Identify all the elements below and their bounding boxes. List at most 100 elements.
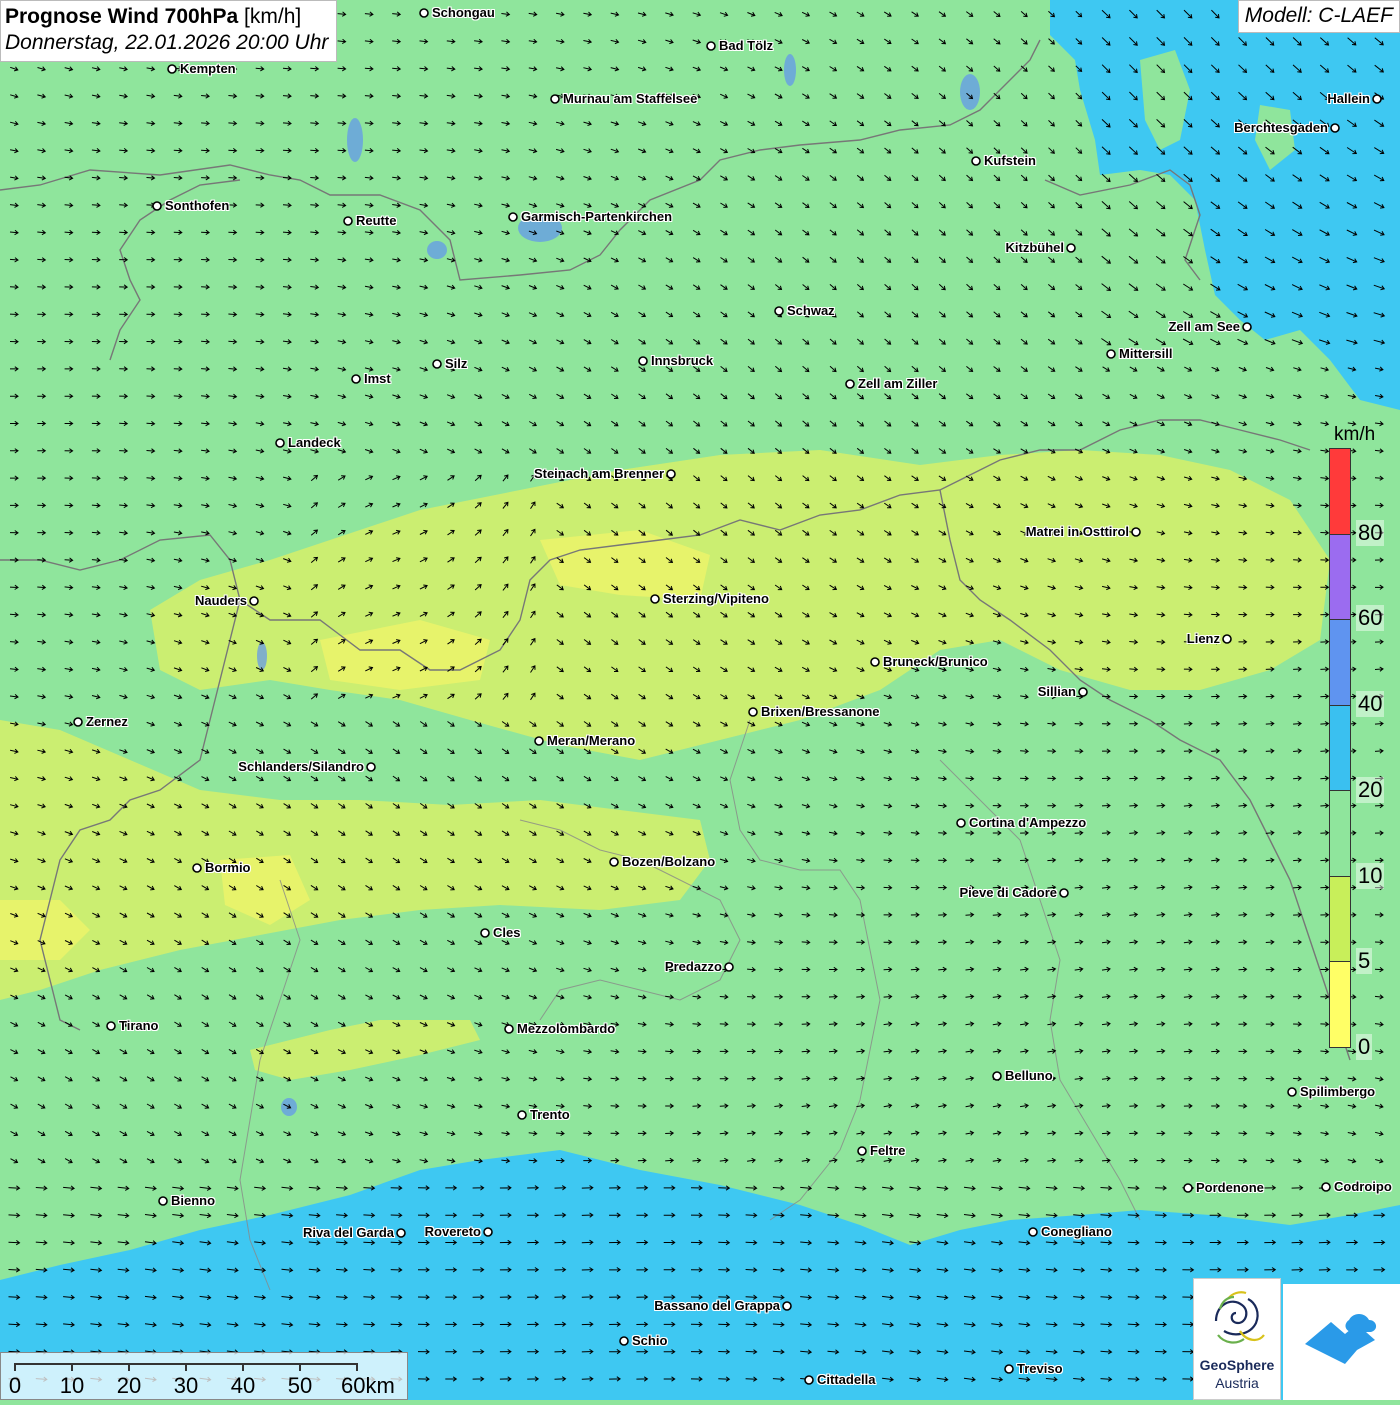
city-label: Treviso xyxy=(1017,1361,1063,1376)
logo-subtitle: Austria xyxy=(1215,1375,1259,1391)
city-marker-icon[interactable] xyxy=(782,1301,792,1311)
city-marker-icon[interactable] xyxy=(1222,634,1232,644)
city-marker-icon[interactable] xyxy=(1330,123,1340,133)
city-label: Pordenone xyxy=(1196,1180,1264,1195)
city-marker-icon[interactable] xyxy=(638,356,648,366)
city-label: Lienz xyxy=(1186,631,1220,646)
city-label: Sonthofen xyxy=(165,198,230,213)
legend-color-bar xyxy=(1329,448,1351,1048)
city-label: Cittadella xyxy=(817,1372,876,1387)
city-marker-icon[interactable] xyxy=(343,216,353,226)
title-main-text: Prognose Wind 700hPa xyxy=(5,5,239,28)
city-marker-icon[interactable] xyxy=(275,438,285,448)
city-marker-icon[interactable] xyxy=(748,707,758,717)
city-marker-icon[interactable] xyxy=(804,1375,814,1385)
city-label: Imst xyxy=(364,371,391,386)
city-label: Brixen/Bressanone xyxy=(761,704,880,719)
city-label: Kempten xyxy=(180,61,236,76)
city-marker-icon[interactable] xyxy=(534,736,544,746)
city-marker-icon[interactable] xyxy=(152,201,162,211)
city-marker-icon[interactable] xyxy=(483,1227,493,1237)
city-label: Mezzolombardo xyxy=(517,1021,616,1036)
city-label: Conegliano xyxy=(1041,1224,1112,1239)
city-marker-icon[interactable] xyxy=(167,64,177,74)
city-label: Trento xyxy=(530,1107,570,1122)
legend-swatch xyxy=(1330,791,1350,877)
title-box: Prognose Wind 700hPa [km/h] Donnerstag, … xyxy=(0,0,338,62)
city-marker-icon[interactable] xyxy=(73,717,83,727)
city-label: Bad Tölz xyxy=(719,38,774,53)
city-marker-icon[interactable] xyxy=(956,818,966,828)
city-label: Belluno xyxy=(1005,1068,1053,1083)
city-marker-icon[interactable] xyxy=(351,374,361,384)
city-marker-icon[interactable] xyxy=(845,379,855,389)
city-label: Schlanders/Silandro xyxy=(238,759,364,774)
city-marker-icon[interactable] xyxy=(666,469,676,479)
city-marker-icon[interactable] xyxy=(992,1071,1002,1081)
city-label: Cortina d'Ampezzo xyxy=(969,815,1087,830)
city-label: Predazzo xyxy=(664,959,722,974)
color-legend: km/h 80 60 40 20 10 5 0 xyxy=(1300,418,1396,1060)
city-marker-icon[interactable] xyxy=(1183,1183,1193,1193)
scale-label: 0 xyxy=(8,1373,22,1398)
city-marker-icon[interactable] xyxy=(650,594,660,604)
city-marker-icon[interactable] xyxy=(1028,1227,1038,1237)
city-marker-icon[interactable] xyxy=(158,1196,168,1206)
forecast-datetime: Donnerstag, 22.01.2026 20:00 Uhr xyxy=(5,31,329,55)
city-marker-icon[interactable] xyxy=(249,596,259,606)
legend-label: 40 xyxy=(1356,691,1385,718)
city-label: Silz xyxy=(445,356,468,371)
city-label: Innsbruck xyxy=(651,353,714,368)
city-marker-icon[interactable] xyxy=(106,1021,116,1031)
legend-label: 10 xyxy=(1356,862,1385,889)
model-label: Modell: C-LAEF xyxy=(1237,0,1400,33)
city-marker-icon[interactable] xyxy=(419,8,429,18)
city-label: Nauders xyxy=(194,593,247,608)
city-marker-icon[interactable] xyxy=(1131,527,1141,537)
city-marker-icon[interactable] xyxy=(1321,1182,1331,1192)
city-marker-icon[interactable] xyxy=(724,962,734,972)
city-label: Zell am See xyxy=(1168,319,1240,334)
city-marker-icon[interactable] xyxy=(1106,349,1116,359)
city-marker-icon[interactable] xyxy=(550,94,560,104)
city-marker-icon[interactable] xyxy=(971,156,981,166)
city-marker-icon[interactable] xyxy=(508,212,518,222)
city-label: Meran/Merano xyxy=(547,733,636,748)
city-marker-icon[interactable] xyxy=(1004,1364,1014,1374)
city-label: Kitzbühel xyxy=(1005,240,1065,255)
city-marker-icon[interactable] xyxy=(517,1110,527,1120)
city-marker-icon[interactable] xyxy=(706,41,716,51)
city-label: Zernez xyxy=(86,714,128,729)
legend-label: 80 xyxy=(1356,519,1385,546)
city-label: Bienno xyxy=(171,1193,216,1208)
city-marker-icon[interactable] xyxy=(480,928,490,938)
legend-swatch xyxy=(1330,705,1350,792)
city-marker-icon[interactable] xyxy=(1242,322,1252,332)
scale-tick xyxy=(185,1363,187,1371)
city-marker-icon[interactable] xyxy=(1059,888,1069,898)
city-marker-icon[interactable] xyxy=(432,359,442,369)
city-label: Pieve di Cadore xyxy=(959,885,1057,900)
city-marker-icon[interactable] xyxy=(857,1146,867,1156)
city-marker-icon[interactable] xyxy=(396,1228,406,1238)
city-marker-icon[interactable] xyxy=(774,306,784,316)
city-marker-icon[interactable] xyxy=(1078,687,1088,697)
city-marker-icon[interactable] xyxy=(870,657,880,667)
scale-label: 20 xyxy=(116,1373,142,1398)
city-marker-icon[interactable] xyxy=(1372,94,1382,104)
city-label: Bassano del Grappa xyxy=(654,1298,780,1313)
legend-swatch xyxy=(1330,962,1350,1048)
city-label: Mittersill xyxy=(1119,346,1173,361)
app-logo xyxy=(1283,1284,1400,1400)
city-marker-icon[interactable] xyxy=(1066,243,1076,253)
city-marker-icon[interactable] xyxy=(192,863,202,873)
city-label: Garmisch-Partenkirchen xyxy=(521,209,673,224)
city-marker-icon[interactable] xyxy=(1287,1087,1297,1097)
city-marker-icon[interactable] xyxy=(609,857,619,867)
city-label: Kufstein xyxy=(984,153,1036,168)
city-label: Murnau am Staffelsee xyxy=(563,91,698,106)
city-label: Schongau xyxy=(432,5,495,20)
city-marker-icon[interactable] xyxy=(504,1024,514,1034)
city-marker-icon[interactable] xyxy=(366,762,376,772)
city-marker-icon[interactable] xyxy=(619,1336,629,1346)
